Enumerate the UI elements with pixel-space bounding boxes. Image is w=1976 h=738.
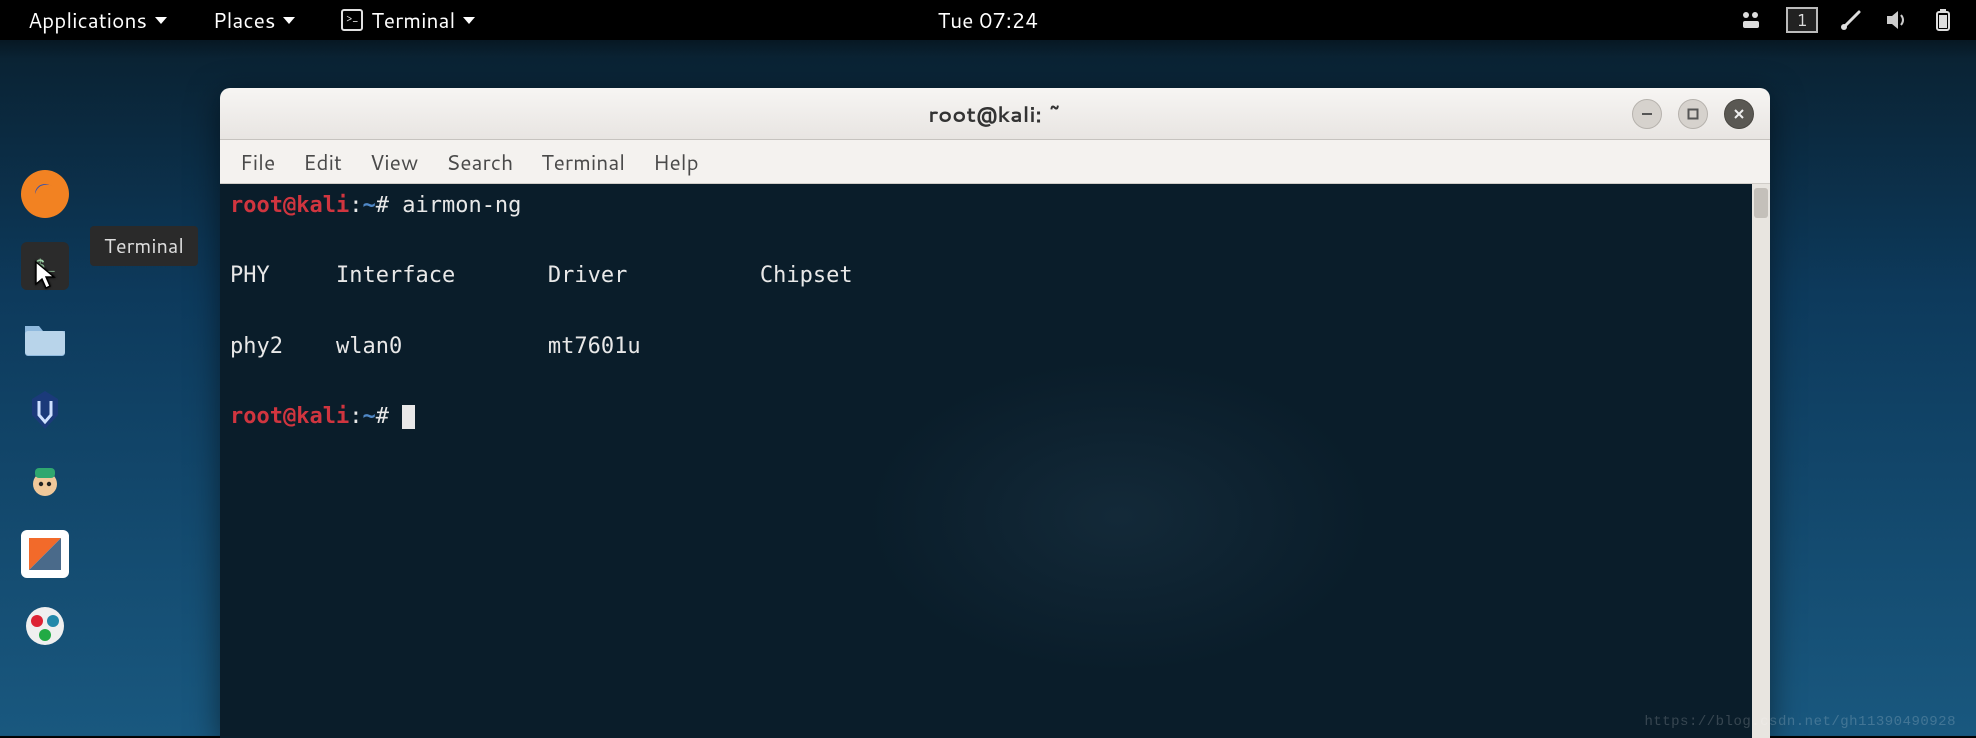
top-bar: Applications Places >_ Terminal Tue 07:2… xyxy=(0,0,1976,40)
val-interface: wlan0 xyxy=(336,334,402,359)
menu-terminal[interactable]: Terminal xyxy=(541,147,625,177)
prompt-path: ~ xyxy=(362,193,375,218)
clock-label: Tue 07:24 xyxy=(938,5,1039,35)
minimize-button[interactable] xyxy=(1632,99,1662,129)
prompt-user: root@kali xyxy=(230,193,349,218)
col-phy: PHY xyxy=(230,263,270,288)
workspace-number: 1 xyxy=(1797,8,1808,32)
dock: $_ xyxy=(10,160,80,660)
places-label: Places xyxy=(213,5,275,35)
menu-help[interactable]: Help xyxy=(653,147,699,177)
terminal-appmenu[interactable]: >_ Terminal xyxy=(333,0,483,41)
prompt-hash: # xyxy=(376,404,389,429)
workspace-indicator[interactable]: 1 xyxy=(1786,7,1818,33)
prompt-path: ~ xyxy=(362,404,375,429)
dock-tooltip: Terminal xyxy=(90,226,198,266)
dock-armitage[interactable] xyxy=(21,458,69,506)
prompt-sep: : xyxy=(349,404,362,429)
menu-edit[interactable]: Edit xyxy=(303,147,342,177)
applications-menu[interactable]: Applications xyxy=(20,0,175,41)
window-titlebar[interactable]: root@kali: ~ xyxy=(220,88,1770,140)
window-title: root@kali: ~ xyxy=(928,99,1061,129)
volume-icon[interactable] xyxy=(1884,7,1910,33)
dock-zenmap[interactable] xyxy=(21,602,69,650)
applications-label: Applications xyxy=(28,5,147,35)
prompt-user: root@kali xyxy=(230,404,349,429)
menu-view[interactable]: View xyxy=(370,147,418,177)
watermark: https://blog.csdn.net/gh11390490928 xyxy=(1644,714,1956,730)
terminal-window: root@kali: ~ File Edit View Search Termi… xyxy=(220,88,1770,738)
tooltip-label: Terminal xyxy=(104,232,184,260)
chevron-down-icon xyxy=(155,17,167,24)
terminal-menubar: File Edit View Search Terminal Help xyxy=(220,140,1770,184)
maximize-button[interactable] xyxy=(1678,99,1708,129)
clock[interactable]: Tue 07:24 xyxy=(938,5,1039,35)
val-driver: mt7601u xyxy=(548,334,641,359)
col-interface: Interface xyxy=(336,263,455,288)
dock-burpsuite[interactable] xyxy=(21,530,69,578)
text-cursor xyxy=(402,405,415,429)
prompt-sep: : xyxy=(349,193,362,218)
val-phy: phy2 xyxy=(230,334,283,359)
dock-files[interactable] xyxy=(21,314,69,362)
chevron-down-icon xyxy=(463,17,475,24)
places-menu[interactable]: Places xyxy=(205,0,303,41)
prompt-hash: # xyxy=(376,193,389,218)
chevron-down-icon xyxy=(283,17,295,24)
close-button[interactable] xyxy=(1724,99,1754,129)
battery-icon[interactable] xyxy=(1930,7,1956,33)
command-text: airmon-ng xyxy=(402,193,521,218)
menu-search[interactable]: Search xyxy=(446,147,513,177)
menu-file[interactable]: File xyxy=(240,147,275,177)
terminal-appmenu-label: Terminal xyxy=(371,5,455,35)
terminal-icon: >_ xyxy=(341,9,363,31)
col-driver: Driver xyxy=(548,263,627,288)
screencast-icon[interactable] xyxy=(1740,7,1766,33)
input-device-icon[interactable] xyxy=(1838,7,1864,33)
dock-firefox[interactable] xyxy=(21,170,69,218)
col-chipset: Chipset xyxy=(760,263,853,288)
dock-metasploit[interactable] xyxy=(21,386,69,434)
terminal-body[interactable]: root@kali:~# airmon-ng PHY Interface Dri… xyxy=(220,184,1770,738)
